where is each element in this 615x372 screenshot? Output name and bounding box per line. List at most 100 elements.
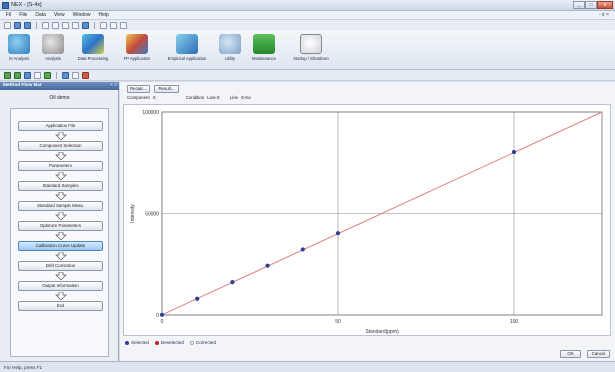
line-label: Line bbox=[229, 95, 238, 100]
recalc-button[interactable]: Recalc... bbox=[127, 85, 150, 93]
mdi-controls[interactable]: - ♯ × bbox=[599, 12, 609, 18]
data-point bbox=[230, 280, 235, 285]
ok-button[interactable]: OK bbox=[560, 350, 581, 358]
paste-icon[interactable] bbox=[62, 21, 69, 29]
cut-icon[interactable] bbox=[42, 21, 49, 29]
ribbon-startup-shutdown[interactable]: Startup / Shutdown bbox=[285, 32, 337, 69]
window-controls: _ □ x bbox=[573, 1, 613, 10]
data-point bbox=[159, 312, 165, 317]
result-button[interactable]: Result... bbox=[154, 85, 179, 93]
down-arrow-icon bbox=[55, 212, 67, 220]
new-file-icon[interactable] bbox=[4, 21, 11, 29]
add-icon[interactable] bbox=[4, 71, 11, 79]
grid-icon[interactable] bbox=[14, 71, 21, 79]
ribbon-fp-application[interactable]: FP Application bbox=[118, 32, 156, 69]
maximize-button[interactable]: □ bbox=[585, 1, 597, 9]
x-tick-label: 0 bbox=[161, 319, 164, 325]
selected-marker-icon bbox=[125, 340, 129, 345]
legend-corrected: Corrected bbox=[189, 340, 216, 345]
y-axis-label: Intensity bbox=[130, 204, 136, 223]
step-output-information[interactable]: Output Information bbox=[18, 281, 103, 291]
y-tick-label: 100000 bbox=[142, 110, 159, 116]
help-icon[interactable] bbox=[82, 21, 89, 29]
y-tick-label: 50000 bbox=[145, 212, 159, 218]
line-value: S-Ka bbox=[240, 95, 251, 100]
data-point bbox=[511, 149, 517, 155]
step-standard-sample-meas[interactable]: Standard Sample Meas. bbox=[18, 201, 103, 211]
down-arrow-icon bbox=[55, 252, 67, 260]
app-icon bbox=[2, 2, 9, 9]
menu-bar: Fil File Data View Window Help bbox=[0, 11, 615, 20]
down-arrow-icon bbox=[55, 272, 67, 280]
down-arrow-icon bbox=[55, 172, 67, 180]
calibration-chart-svg: 0 50 100 0 50000 100000 Standard(ppm) Intensity bbox=[130, 110, 603, 335]
menu-item-fil[interactable]: Fil bbox=[6, 12, 11, 18]
empirical-application-icon bbox=[176, 34, 198, 54]
calibration-chart[interactable]: 0 50 100 0 50000 100000 Standard(ppm) Intensity bbox=[123, 104, 611, 336]
ribbon-analysis[interactable]: Analysis bbox=[38, 32, 68, 69]
flow-panel-close-icon[interactable]: × × bbox=[110, 83, 117, 88]
condition-value: Low-S bbox=[207, 95, 220, 100]
open-file-icon[interactable] bbox=[14, 21, 21, 29]
menu-item-data[interactable]: Data bbox=[35, 12, 46, 18]
standard-toolbar bbox=[0, 20, 615, 30]
analysis-icon bbox=[42, 34, 64, 54]
step-drift-correction[interactable]: Drift Correction bbox=[18, 261, 103, 271]
x-axis-label: Standard(ppm) bbox=[365, 329, 399, 335]
cancel-button[interactable]: Cancel bbox=[587, 350, 610, 358]
window-arrange-icon[interactable] bbox=[120, 21, 127, 29]
step-parameters[interactable]: Parameters bbox=[18, 161, 103, 171]
menu-item-window[interactable]: Window bbox=[73, 12, 91, 18]
xi-analysis-icon bbox=[8, 34, 30, 54]
step-exit[interactable]: Exit bbox=[18, 301, 103, 311]
ribbon-xi-analysis[interactable]: XI Analysis bbox=[4, 32, 34, 69]
deselected-marker-icon bbox=[154, 340, 159, 345]
menu-item-help[interactable]: Help bbox=[98, 12, 108, 18]
export-icon[interactable] bbox=[72, 71, 79, 79]
calibration-info: Component S Condition Low-S Line S-Ka bbox=[127, 95, 607, 102]
step-calibration-curve-update[interactable]: Calibration Curve Update bbox=[18, 241, 103, 251]
ribbon-maintenance[interactable]: Maintenance bbox=[247, 32, 281, 69]
down-arrow-icon bbox=[55, 132, 67, 140]
title-bar: NEX - [S-4x] _ □ x bbox=[0, 0, 615, 11]
step-component-selection[interactable]: Component Selection bbox=[18, 141, 103, 151]
save-icon[interactable] bbox=[24, 21, 31, 29]
chart-icon[interactable] bbox=[34, 71, 41, 79]
copy-icon[interactable] bbox=[52, 21, 59, 29]
data-point bbox=[265, 263, 270, 268]
check-icon[interactable] bbox=[44, 71, 51, 79]
table-icon[interactable] bbox=[24, 71, 31, 79]
method-toolbar bbox=[0, 70, 615, 81]
fp-application-icon bbox=[126, 34, 148, 54]
legend-deselected: Deselected bbox=[154, 340, 184, 345]
menu-item-file[interactable]: File bbox=[19, 12, 27, 18]
x-tick-label: 50 bbox=[335, 319, 341, 325]
calibration-view: Recalc... Result... Component S Conditio… bbox=[120, 82, 615, 361]
window-title: NEX - [S-4x] bbox=[11, 2, 42, 8]
down-arrow-icon bbox=[55, 192, 67, 200]
data-point bbox=[300, 247, 305, 252]
window-tile-icon[interactable] bbox=[110, 21, 117, 29]
step-standard-samples[interactable]: Standard Samples bbox=[18, 181, 103, 191]
down-arrow-icon bbox=[55, 152, 67, 160]
step-optimize-parameters[interactable]: Optimize Parameters bbox=[18, 221, 103, 231]
startup-shutdown-icon bbox=[300, 34, 322, 54]
flow-steps: Application File Component Selection Par… bbox=[10, 108, 109, 357]
close-button[interactable]: x bbox=[597, 1, 613, 9]
ribbon-data-processing[interactable]: Data Processing bbox=[73, 32, 113, 69]
toolbar-divider bbox=[56, 71, 57, 79]
print-icon[interactable] bbox=[72, 21, 79, 29]
toolbar-divider bbox=[36, 21, 37, 29]
component-value: S bbox=[152, 95, 156, 100]
ribbon-utility[interactable]: Utility bbox=[218, 32, 242, 69]
window-cascade-icon[interactable] bbox=[100, 21, 107, 29]
data-point bbox=[335, 231, 341, 236]
method-flow-panel: Method Flow Bar × × Oil demo Application… bbox=[0, 82, 119, 361]
report-icon[interactable] bbox=[62, 71, 69, 79]
menu-item-view[interactable]: View bbox=[54, 12, 65, 18]
step-application-file[interactable]: Application File bbox=[18, 121, 103, 131]
filter-icon[interactable] bbox=[82, 71, 89, 79]
minimize-button[interactable]: _ bbox=[573, 1, 585, 9]
ribbon-empirical-application[interactable]: Empirical Application bbox=[162, 32, 212, 69]
utility-icon bbox=[219, 34, 241, 54]
